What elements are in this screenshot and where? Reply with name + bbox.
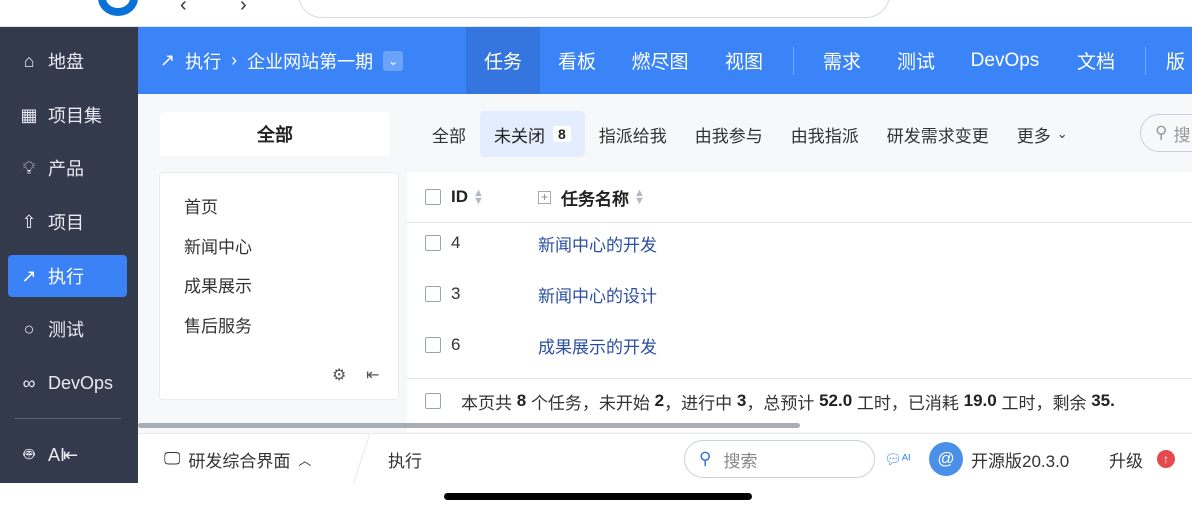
module-tree: 首页 新闻中心 成果展示 售后服务 ⚙ ⇤	[159, 172, 399, 400]
filter-story-change[interactable]: 研发需求变更	[873, 111, 1003, 157]
grid-icon: ▦	[20, 104, 38, 125]
home-icon: ⌂	[23, 50, 35, 71]
filter-involved[interactable]: 由我参与	[681, 111, 777, 157]
collapse-panel-icon[interactable]: ⇤	[366, 365, 379, 385]
task-link[interactable]: 成果展示的开发	[538, 333, 657, 358]
task-table: ID ▲ ▼ + 任务名称 ▲ ▼ 4 新闻中心的开发 3 新闻中心的设计 6 成果展示的开发 …	[407, 172, 1192, 432]
sidebar-item-devops[interactable]: ∞ DevOps	[8, 362, 127, 404]
filter-unclosed[interactable]: 未关闭 8	[480, 111, 585, 157]
browser-chrome: ‹ ›	[0, 0, 1192, 27]
browser-logo-icon	[98, 0, 138, 16]
search-icon: ⚲	[1155, 123, 1168, 142]
home-indicator	[444, 493, 752, 500]
back-icon[interactable]: ‹	[180, 0, 187, 17]
tab-view[interactable]: 视图	[706, 27, 782, 94]
upgrade-button[interactable]: 升级 ↑	[1109, 434, 1175, 484]
search-input[interactable]: ⚲ 搜	[1140, 114, 1192, 152]
count-badge: 8	[553, 126, 571, 142]
global-search-input[interactable]: ⚲ 搜索	[684, 440, 875, 478]
search-icon: ○	[23, 318, 35, 339]
rocket-icon: ⇧	[21, 211, 37, 232]
nav-divider	[1145, 47, 1146, 75]
main-content: 全部 首页 新闻中心 成果展示 售后服务 ⚙ ⇤ 全部 未关闭 8 指派给我 由我…	[138, 94, 1192, 433]
sidebar: ⌂ 地盘 ▦ 项目集 💡︎ 产品 ⇧ 项目 ↗ 执行 ○ 测试 ∞ DevOps 🤖︎ AI ⇤	[0, 27, 138, 483]
tab-test[interactable]: 测试	[880, 27, 952, 94]
top-nav: ↗ 执行 › 企业网站第一期 ⌄ 任务 看板 燃尽图 视图 需求 测试 DevO…	[138, 27, 1192, 94]
chevron-up-icon: ︿	[298, 452, 312, 468]
collapse-arrow-icon[interactable]: ⇤	[63, 445, 78, 466]
row-checkbox[interactable]	[425, 235, 441, 251]
tab-task[interactable]: 任务	[466, 27, 540, 94]
sidebar-item-product[interactable]: 💡︎ 产品	[8, 147, 127, 189]
tab-kanban[interactable]: 看板	[540, 27, 614, 94]
filter-assigned-by-me[interactable]: 由我指派	[777, 111, 873, 157]
tab-story[interactable]: 需求	[804, 27, 880, 94]
address-bar[interactable]	[298, 0, 890, 18]
gear-icon[interactable]: ⚙	[332, 365, 346, 385]
table-row: 4 新闻中心的开发	[407, 223, 1192, 263]
horizontal-scrollbar[interactable]	[138, 423, 800, 428]
table-row: 3 新闻中心的设计	[407, 274, 1192, 314]
sort-icon: ▲ ▼	[634, 187, 645, 207]
sidebar-item-execution[interactable]: ↗ 执行	[8, 255, 127, 297]
row-checkbox[interactable]	[425, 337, 441, 353]
infinity-icon: ∞	[22, 372, 36, 393]
breadcrumb: ↗ 执行 › 企业网站第一期 ⌄	[160, 27, 404, 94]
run-icon: ↗	[21, 265, 37, 286]
sort-icon: ▲ ▼	[473, 187, 484, 207]
tab-devops[interactable]: DevOps	[952, 27, 1058, 94]
chevron-right-icon: ›	[231, 50, 238, 70]
tab-release[interactable]: 版	[1166, 27, 1192, 94]
sidebar-item-dashboard[interactable]: ⌂ 地盘	[8, 40, 127, 82]
run-icon: ↗	[160, 50, 176, 70]
zentao-logo-icon: @	[929, 442, 963, 476]
task-link[interactable]: 新闻中心的开发	[538, 231, 657, 256]
breadcrumb-module[interactable]: 执行	[185, 48, 221, 74]
ai-chat-icon[interactable]: 💬︎ᴬᴵ	[884, 434, 910, 484]
bottom-bar: 🖵︎ 研发综合界面 ︿ 执行 ⚲ 搜索 💬︎ᴬᴵ @ 开源版20.3.0 升级 ↑	[138, 433, 1192, 484]
filter-assigned-to-me[interactable]: 指派给我	[585, 111, 681, 157]
column-name[interactable]: + 任务名称 ▲ ▼	[538, 185, 645, 210]
expand-icon[interactable]: +	[538, 190, 551, 204]
module-tree-title[interactable]: 全部	[160, 112, 390, 156]
sidebar-item-test[interactable]: ○ 测试	[8, 308, 127, 350]
tree-node[interactable]: 新闻中心	[184, 233, 252, 258]
workspace-switcher[interactable]: 🖵︎ 研发综合界面 ︿	[164, 434, 311, 484]
table-row: 6 成果展示的开发	[407, 325, 1192, 365]
column-id[interactable]: ID ▲ ▼	[451, 187, 484, 207]
forward-icon[interactable]: ›	[240, 0, 247, 17]
tree-node[interactable]: 成果展示	[184, 272, 252, 297]
table-header: ID ▲ ▼ + 任务名称 ▲ ▼	[407, 172, 1192, 223]
breadcrumb-separator	[339, 434, 371, 484]
chevron-down-icon[interactable]: ⌄	[383, 50, 404, 71]
tab-doc[interactable]: 文档	[1058, 27, 1134, 94]
tab-burndown[interactable]: 燃尽图	[614, 27, 706, 94]
filter-tabs: 全部 未关闭 8 指派给我 由我参与 由我指派 研发需求变更 更多 ⌄	[418, 111, 1082, 157]
sidebar-divider	[14, 418, 121, 419]
breadcrumb-project[interactable]: 企业网站第一期	[247, 48, 373, 74]
upgrade-arrow-icon: ↑	[1157, 450, 1175, 468]
search-icon: ⚲	[699, 449, 712, 468]
filter-more[interactable]: 更多 ⌄	[1003, 111, 1082, 157]
version-info[interactable]: @ 开源版20.3.0	[929, 434, 1069, 484]
tree-node[interactable]: 首页	[184, 193, 218, 218]
bulb-icon: 💡︎	[22, 157, 36, 178]
sidebar-item-project[interactable]: ⇧ 项目	[8, 201, 127, 243]
select-all-checkbox[interactable]	[425, 189, 441, 205]
sidebar-item-ai[interactable]: 🤖︎ AI ⇤	[8, 434, 127, 476]
tree-node[interactable]: 售后服务	[184, 312, 252, 337]
table-summary: 本页共 8 个任务，未开始 2 ，进行中 3 ，总预计 52.0 工时，已消耗 19…	[407, 378, 1192, 423]
filter-all[interactable]: 全部	[418, 111, 480, 157]
sidebar-item-program[interactable]: ▦ 项目集	[8, 94, 127, 136]
chevron-down-icon: ⌄	[1056, 126, 1068, 141]
row-checkbox[interactable]	[425, 286, 441, 302]
summary-checkbox[interactable]	[425, 393, 441, 409]
monitor-icon: 🖵︎	[164, 449, 181, 468]
current-module[interactable]: 执行	[388, 434, 422, 484]
nav-divider	[793, 47, 794, 75]
task-link[interactable]: 新闻中心的设计	[538, 282, 657, 307]
robot-icon: 🤖︎	[23, 443, 35, 464]
